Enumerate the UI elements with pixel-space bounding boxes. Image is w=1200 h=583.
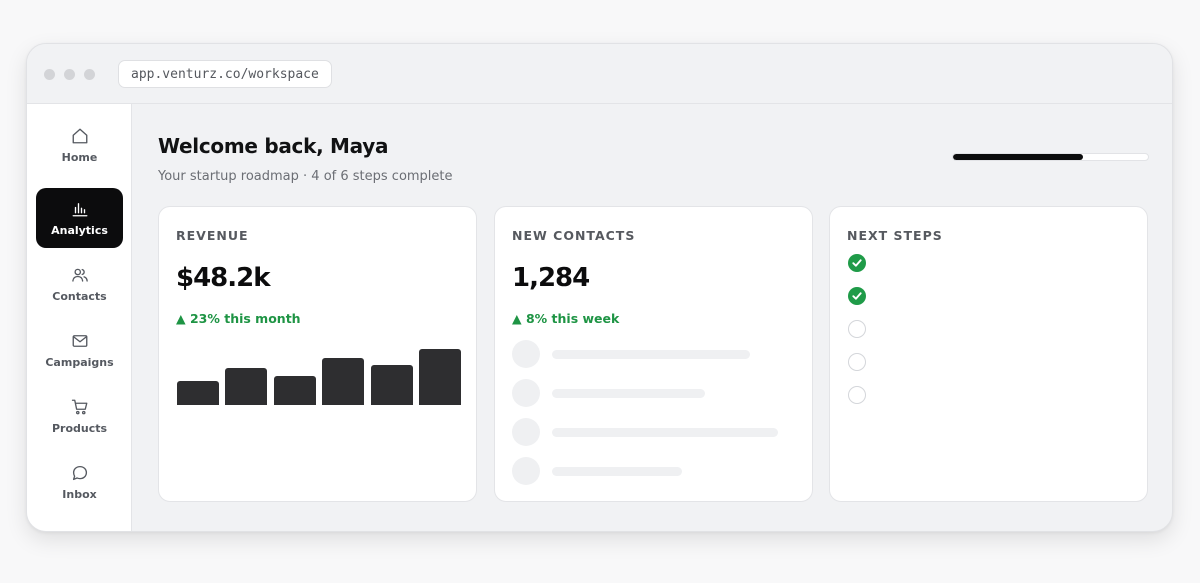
- next-steps-card: NEXT STEPS: [829, 206, 1148, 502]
- sidebar-item-inbox[interactable]: Inbox: [36, 452, 123, 512]
- contact-placeholder-row: [512, 418, 802, 446]
- revenue-card: REVENUE $48.2k ▲ 23% this month: [158, 206, 477, 502]
- page-title: Welcome back, Maya: [158, 134, 389, 158]
- home-icon: [72, 128, 87, 143]
- avatar-placeholder: [512, 340, 540, 368]
- revenue-card-title: REVENUE: [176, 228, 249, 243]
- contact-placeholder-row: [512, 340, 802, 368]
- sidebar-item-label: Inbox: [62, 487, 97, 501]
- sidebar-item-campaigns[interactable]: Campaigns: [36, 320, 123, 380]
- revenue-bar: [225, 368, 268, 405]
- chat-bubble-icon: [72, 465, 87, 480]
- browser-window: app.venturz.co/workspace Home Analytics …: [26, 43, 1173, 532]
- revenue-bar: [322, 358, 365, 405]
- users-icon: [71, 268, 88, 282]
- step-checkbox-pending[interactable]: [848, 386, 866, 404]
- text-placeholder: [552, 467, 682, 476]
- sidebar-item-home[interactable]: Home: [36, 115, 123, 175]
- cart-icon: [71, 399, 87, 414]
- sidebar-item-label: Contacts: [52, 289, 107, 303]
- sidebar-item-products[interactable]: Products: [36, 386, 123, 446]
- browser-titlebar: app.venturz.co/workspace: [27, 44, 1172, 104]
- avatar-placeholder: [512, 457, 540, 485]
- revenue-bar-chart: [177, 347, 461, 405]
- step-checkbox-pending[interactable]: [848, 320, 866, 338]
- sidebar-item-label: Analytics: [51, 223, 108, 237]
- bar-chart-icon: [72, 202, 87, 216]
- revenue-value: $48.2k: [176, 263, 271, 293]
- sidebar-item-contacts[interactable]: Contacts: [36, 254, 123, 314]
- new-contacts-card: NEW CONTACTS 1,284 ▲ 8% this week: [494, 206, 813, 502]
- window-minimize-dot[interactable]: [64, 69, 75, 80]
- contacts-delta: ▲ 8% this week: [512, 311, 620, 326]
- sidebar-item-label: Campaigns: [45, 355, 114, 369]
- step-checkbox-done[interactable]: [848, 254, 866, 272]
- contacts-value: 1,284: [512, 263, 590, 293]
- text-placeholder: [552, 350, 750, 359]
- sidebar: Home Analytics Contacts Campaigns Produc…: [27, 104, 132, 531]
- window-close-dot[interactable]: [44, 69, 55, 80]
- roadmap-progress-bar: [952, 153, 1149, 161]
- roadmap-progress-fill: [953, 154, 1084, 160]
- avatar-placeholder: [512, 379, 540, 407]
- next-steps-card-title: NEXT STEPS: [847, 228, 943, 243]
- revenue-bar: [419, 349, 461, 405]
- check-icon: [852, 259, 862, 267]
- check-icon: [852, 292, 862, 300]
- contacts-card-title: NEW CONTACTS: [512, 228, 636, 243]
- step-checkbox-pending[interactable]: [848, 353, 866, 371]
- mail-icon: [72, 334, 87, 347]
- main-content: Welcome back, Maya Your startup roadmap …: [132, 104, 1172, 531]
- step-checkbox-done[interactable]: [848, 287, 866, 305]
- address-bar[interactable]: app.venturz.co/workspace: [118, 60, 332, 88]
- revenue-bar: [273, 376, 316, 405]
- revenue-bar: [177, 381, 219, 405]
- text-placeholder: [552, 428, 778, 437]
- roadmap-subtitle: Your startup roadmap · 4 of 6 steps comp…: [158, 169, 453, 184]
- contact-placeholder-row: [512, 379, 802, 407]
- contact-placeholder-row: [512, 457, 802, 485]
- sidebar-item-label: Home: [61, 150, 98, 164]
- sidebar-item-label: Products: [51, 421, 108, 435]
- text-placeholder: [552, 389, 705, 398]
- revenue-bar: [370, 365, 413, 405]
- sidebar-item-analytics[interactable]: Analytics: [36, 188, 123, 248]
- revenue-delta: ▲ 23% this month: [176, 311, 301, 326]
- window-maximize-dot[interactable]: [84, 69, 95, 80]
- avatar-placeholder: [512, 418, 540, 446]
